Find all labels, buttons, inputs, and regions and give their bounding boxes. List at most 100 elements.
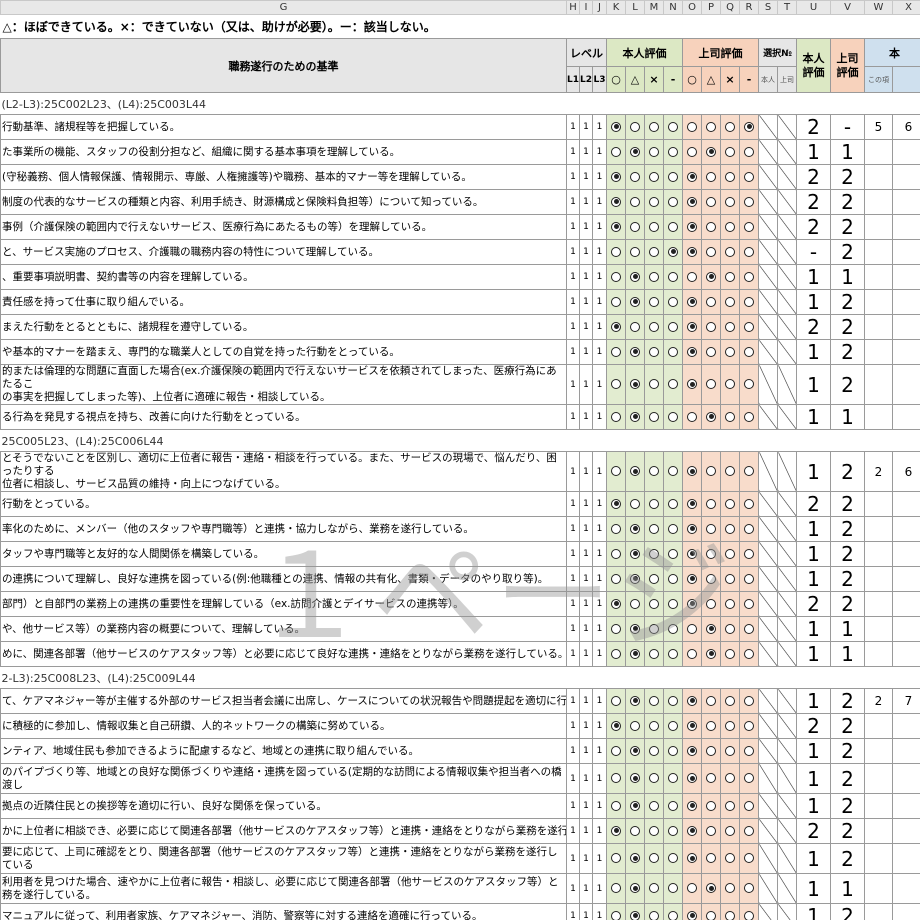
self-radio-cell[interactable] bbox=[663, 738, 683, 764]
select-no-boss-cell[interactable] bbox=[777, 516, 797, 542]
radio-icon[interactable] bbox=[649, 196, 659, 207]
criteria-cell[interactable]: 部門）と自部門の業務上の連携の重要性を理解している（ex.訪問介護とデイサービス… bbox=[0, 591, 567, 617]
self-radio-cell[interactable] bbox=[644, 616, 664, 642]
select-no-boss-cell[interactable] bbox=[777, 139, 797, 165]
radio-icon[interactable] bbox=[611, 346, 621, 357]
radio-icon[interactable] bbox=[706, 379, 716, 389]
radio-checked-icon[interactable] bbox=[687, 910, 697, 920]
self-radio-cell[interactable] bbox=[625, 164, 645, 190]
self-radio-cell[interactable] bbox=[625, 114, 645, 140]
radio-checked-icon[interactable] bbox=[687, 598, 697, 609]
boss-radio-cell[interactable] bbox=[739, 763, 759, 794]
radio-icon[interactable] bbox=[668, 825, 678, 836]
radio-icon[interactable] bbox=[649, 121, 659, 132]
boss-radio-cell[interactable] bbox=[720, 843, 740, 874]
self-radio-cell[interactable] bbox=[625, 738, 645, 764]
boss-radio-cell[interactable] bbox=[701, 451, 721, 492]
radio-icon[interactable] bbox=[706, 498, 716, 509]
boss-radio-cell[interactable] bbox=[720, 214, 740, 240]
radio-icon[interactable] bbox=[744, 321, 754, 332]
radio-checked-icon[interactable] bbox=[687, 196, 697, 207]
boss-radio-cell[interactable] bbox=[720, 189, 740, 215]
self-radio-cell[interactable] bbox=[606, 214, 626, 240]
radio-checked-icon[interactable] bbox=[611, 196, 621, 207]
select-no-boss-cell[interactable] bbox=[777, 114, 797, 140]
radio-icon[interactable] bbox=[611, 695, 621, 706]
select-no-self-cell[interactable] bbox=[758, 114, 778, 140]
select-no-boss-cell[interactable] bbox=[777, 214, 797, 240]
radio-checked-icon[interactable] bbox=[706, 271, 716, 282]
boss-radio-cell[interactable] bbox=[682, 843, 702, 874]
radio-icon[interactable] bbox=[649, 221, 659, 232]
radio-checked-icon[interactable] bbox=[687, 825, 697, 836]
boss-radio-cell[interactable] bbox=[682, 818, 702, 844]
self-radio-cell[interactable] bbox=[625, 214, 645, 240]
select-no-self-cell[interactable] bbox=[758, 339, 778, 365]
radio-checked-icon[interactable] bbox=[687, 246, 697, 257]
radio-icon[interactable] bbox=[687, 411, 697, 422]
radio-icon[interactable] bbox=[744, 246, 754, 257]
radio-icon[interactable] bbox=[706, 773, 716, 783]
self-radio-cell[interactable] bbox=[644, 818, 664, 844]
self-radio-cell[interactable] bbox=[663, 541, 683, 567]
self-radio-cell[interactable] bbox=[644, 314, 664, 340]
boss-radio-cell[interactable] bbox=[682, 239, 702, 265]
radio-icon[interactable] bbox=[725, 695, 735, 706]
self-radio-cell[interactable] bbox=[644, 873, 664, 904]
radio-icon[interactable] bbox=[725, 910, 735, 920]
self-radio-cell[interactable] bbox=[644, 688, 664, 714]
select-no-boss-cell[interactable] bbox=[777, 566, 797, 592]
select-no-boss-cell[interactable] bbox=[777, 189, 797, 215]
radio-icon[interactable] bbox=[611, 910, 621, 920]
criteria-cell[interactable]: まえた行動をとるとともに、諸規程を遵守している。 bbox=[0, 314, 567, 340]
self-radio-cell[interactable] bbox=[606, 491, 626, 517]
radio-checked-icon[interactable] bbox=[687, 720, 697, 731]
boss-radio-cell[interactable] bbox=[739, 114, 759, 140]
radio-checked-icon[interactable] bbox=[630, 695, 640, 706]
radio-icon[interactable] bbox=[706, 573, 716, 584]
boss-radio-cell[interactable] bbox=[701, 688, 721, 714]
select-no-self-cell[interactable] bbox=[758, 591, 778, 617]
boss-radio-cell[interactable] bbox=[682, 616, 702, 642]
self-radio-cell[interactable] bbox=[663, 364, 683, 405]
boss-radio-cell[interactable] bbox=[720, 688, 740, 714]
self-radio-cell[interactable] bbox=[625, 451, 645, 492]
boss-radio-cell[interactable] bbox=[682, 491, 702, 517]
radio-checked-icon[interactable] bbox=[687, 800, 697, 811]
radio-icon[interactable] bbox=[744, 648, 754, 659]
boss-radio-cell[interactable] bbox=[720, 541, 740, 567]
boss-radio-cell[interactable] bbox=[682, 541, 702, 567]
self-radio-cell[interactable] bbox=[625, 873, 645, 904]
self-radio-cell[interactable] bbox=[606, 616, 626, 642]
radio-icon[interactable] bbox=[611, 523, 621, 534]
self-radio-cell[interactable] bbox=[625, 843, 645, 874]
boss-radio-cell[interactable] bbox=[701, 214, 721, 240]
select-no-boss-cell[interactable] bbox=[777, 793, 797, 819]
self-radio-cell[interactable] bbox=[625, 818, 645, 844]
select-no-self-cell[interactable] bbox=[758, 688, 778, 714]
radio-checked-icon[interactable] bbox=[706, 623, 716, 634]
boss-radio-cell[interactable] bbox=[739, 491, 759, 517]
boss-radio-cell[interactable] bbox=[682, 566, 702, 592]
radio-icon[interactable] bbox=[630, 825, 640, 836]
criteria-cell[interactable]: や基本的マナーを踏まえ、専門的な職業人としての自覚を持った行動をとっている。 bbox=[0, 339, 567, 365]
radio-icon[interactable] bbox=[649, 321, 659, 332]
radio-icon[interactable] bbox=[649, 346, 659, 357]
select-no-self-cell[interactable] bbox=[758, 873, 778, 904]
radio-icon[interactable] bbox=[649, 883, 659, 893]
select-no-boss-cell[interactable] bbox=[777, 404, 797, 430]
self-radio-cell[interactable] bbox=[663, 516, 683, 542]
boss-radio-cell[interactable] bbox=[701, 738, 721, 764]
radio-checked-icon[interactable] bbox=[611, 171, 621, 182]
radio-checked-icon[interactable] bbox=[668, 246, 678, 257]
radio-icon[interactable] bbox=[725, 648, 735, 659]
self-radio-cell[interactable] bbox=[644, 404, 664, 430]
radio-icon[interactable] bbox=[668, 321, 678, 332]
radio-icon[interactable] bbox=[649, 910, 659, 920]
self-radio-cell[interactable] bbox=[625, 566, 645, 592]
boss-radio-cell[interactable] bbox=[701, 289, 721, 315]
radio-icon[interactable] bbox=[744, 825, 754, 836]
select-no-self-cell[interactable] bbox=[758, 566, 778, 592]
self-radio-cell[interactable] bbox=[625, 404, 645, 430]
radio-icon[interactable] bbox=[744, 598, 754, 609]
